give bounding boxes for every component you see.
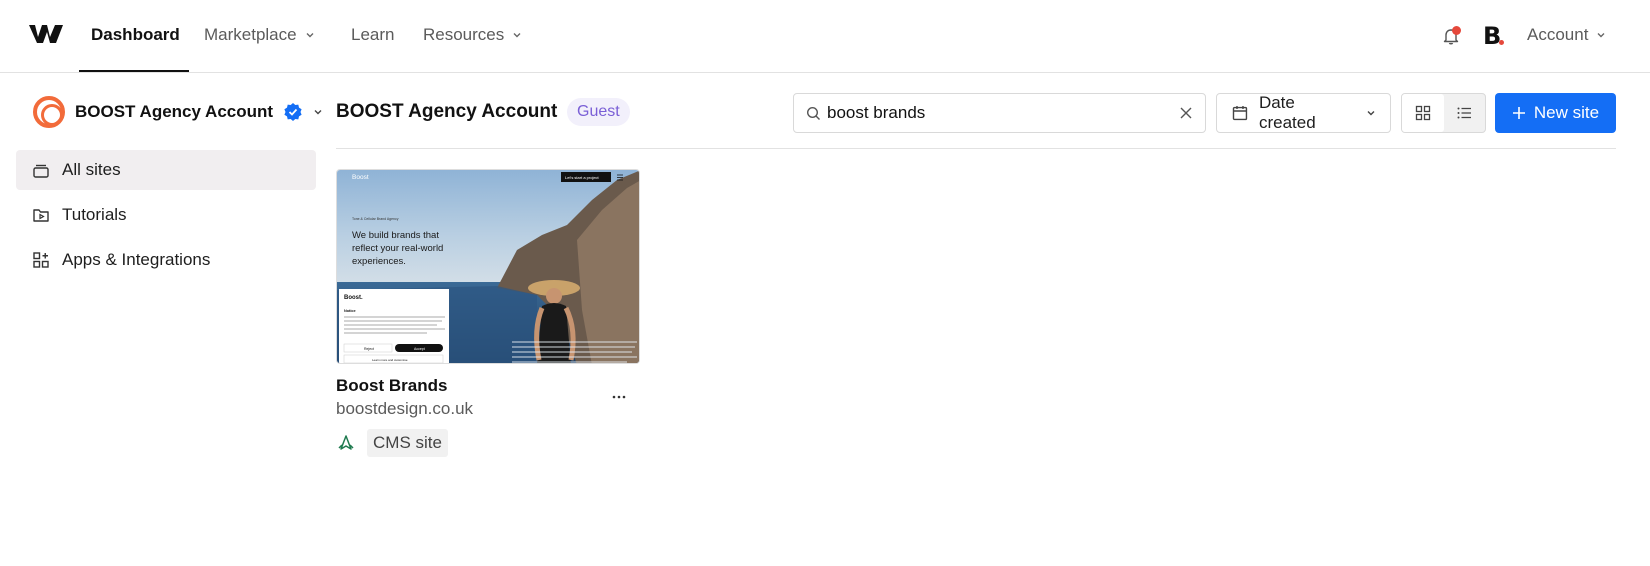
sidebar-item-tutorials[interactable]: Tutorials	[16, 195, 316, 235]
nav-dashboard-label: Dashboard	[91, 25, 180, 44]
more-horizontal-icon	[612, 395, 626, 399]
page-title: BOOST Agency Account	[336, 101, 558, 122]
cookie-brand: Boost.	[344, 295, 363, 301]
preview-cta: Let's start a project	[565, 175, 600, 180]
clear-icon[interactable]	[1179, 106, 1193, 120]
header-divider	[336, 148, 1616, 149]
site-thumbnail[interactable]: Boost Let's start a project Tone & Cellu…	[336, 169, 640, 364]
sidebar-item-label: Tutorials	[62, 205, 127, 224]
search-icon	[806, 106, 820, 120]
sidebar-item-all-sites[interactable]: All sites	[16, 150, 316, 190]
stack-icon	[33, 164, 49, 178]
site-preview-image: Boost Let's start a project Tone & Cellu…	[337, 170, 639, 363]
list-icon	[1457, 107, 1472, 119]
list-view-button[interactable]	[1444, 94, 1486, 132]
new-site-label: New site	[1533, 103, 1600, 122]
sort-dropdown[interactable]: Date created	[1216, 93, 1391, 133]
chevron-down-icon	[1597, 33, 1605, 38]
sort-label: Date created	[1258, 93, 1316, 132]
workspace-brand-mark[interactable]: B	[1483, 22, 1501, 50]
cookie-accept: Accept	[414, 347, 425, 351]
brand-mark-dot	[1499, 40, 1504, 45]
search-box[interactable]	[793, 93, 1206, 133]
top-navbar: Dashboard Marketplace Learn Resources B …	[0, 0, 1650, 73]
nav-active-underline	[79, 70, 189, 72]
calendar-icon	[1232, 106, 1248, 121]
nav-resources[interactable]: Resources	[423, 25, 522, 45]
workspace-name: BOOST Agency Account	[75, 102, 274, 121]
sidebar-item-apps-integrations[interactable]: Apps & Integrations	[16, 240, 316, 280]
chevron-down-icon	[306, 33, 314, 38]
folder-play-icon	[33, 209, 49, 222]
preview-brand: Boost	[352, 174, 369, 181]
nav-marketplace[interactable]: Marketplace	[204, 25, 315, 45]
preview-eyebrow: Tone & Cellular Brand Agency	[352, 217, 399, 221]
account-menu[interactable]: Account	[1527, 25, 1606, 45]
grid-icon	[1415, 105, 1430, 121]
chevron-down-icon	[513, 33, 521, 38]
site-plan-icon	[338, 435, 354, 450]
site-name[interactable]: Boost Brands	[336, 376, 447, 396]
chevron-down-icon	[1367, 111, 1375, 116]
site-more-button[interactable]	[612, 383, 626, 404]
notification-dot	[1452, 26, 1461, 35]
search-input[interactable]	[827, 103, 1179, 123]
role-badge: Guest	[567, 98, 630, 126]
sidebar-item-label: All sites	[62, 160, 121, 179]
webflow-logo-icon[interactable]	[28, 22, 64, 46]
nav-dashboard[interactable]: Dashboard	[91, 25, 180, 45]
site-domain[interactable]: boostdesign.co.uk	[336, 399, 473, 419]
cookie-title: Notice	[344, 309, 356, 313]
account-label: Account	[1527, 25, 1589, 44]
nav-marketplace-label: Marketplace	[204, 25, 297, 44]
workspace-avatar	[33, 96, 65, 128]
nav-learn-label: Learn	[351, 25, 395, 44]
apps-icon	[33, 252, 49, 268]
nav-learn[interactable]: Learn	[351, 25, 394, 45]
plus-icon	[1512, 107, 1525, 119]
view-toggle	[1401, 93, 1486, 133]
chevron-down-icon	[314, 110, 322, 115]
sidebar-item-label: Apps & Integrations	[62, 250, 211, 269]
nav-resources-label: Resources	[423, 25, 505, 44]
site-type-badge: CMS site	[367, 429, 448, 457]
verified-badge-icon	[284, 103, 302, 121]
cookie-more: Learn more and customise	[372, 358, 408, 362]
new-site-button[interactable]: New site	[1495, 93, 1616, 133]
workspace-switcher[interactable]: BOOST Agency Account	[33, 96, 323, 128]
cookie-reject: Reject	[364, 347, 374, 351]
grid-view-button[interactable]	[1402, 94, 1444, 132]
